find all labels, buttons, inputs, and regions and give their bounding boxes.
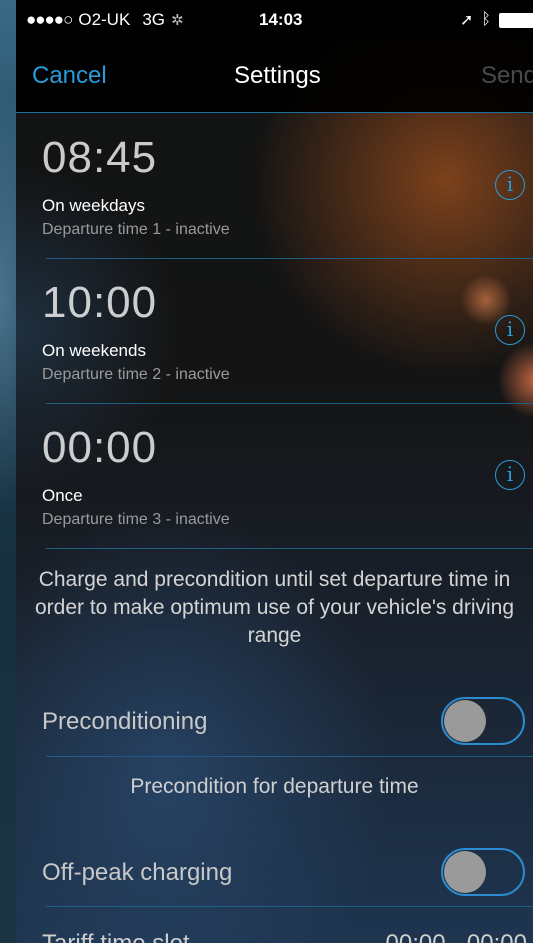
toggle-knob xyxy=(444,851,486,893)
tariff-time-slot-label: Tariff time slot xyxy=(42,930,190,943)
departure-time-1-status: Departure time 1 - inactive xyxy=(42,221,230,238)
bluetooth-icon: ᛒ xyxy=(481,11,491,28)
info-icon[interactable]: i xyxy=(495,315,525,345)
activity-spinner-icon: ✲ xyxy=(171,12,184,29)
preconditioning-note: Precondition for departure time xyxy=(130,775,419,798)
page-title: Settings xyxy=(234,62,321,89)
tariff-time-slot-row[interactable]: Tariff time slot 00:00 - 00:00 xyxy=(16,930,533,943)
status-right: ➚ ᛒ xyxy=(460,10,533,30)
offpeak-charging-label: Off-peak charging xyxy=(42,859,233,886)
navigation-bar: Cancel Settings Send xyxy=(16,40,533,113)
status-left: ●●●●○ O2-UK 3G ✲ xyxy=(26,10,184,30)
divider xyxy=(46,906,533,907)
departure-time-2-value: 10:00 xyxy=(42,278,158,327)
network-type: 3G xyxy=(142,10,165,29)
preconditioning-label: Preconditioning xyxy=(42,708,208,735)
tariff-time-slot-value: 00:00 - 00:00 xyxy=(386,930,527,943)
carrier-name: O2-UK xyxy=(78,10,131,29)
offpeak-charging-toggle[interactable] xyxy=(441,848,525,896)
departure-time-2-row[interactable]: 10:00 On weekends Departure time 2 - ina… xyxy=(16,258,533,403)
departure-time-3-status: Departure time 3 - inactive xyxy=(42,511,230,528)
departure-time-1-value: 08:45 xyxy=(42,133,158,182)
toggle-knob xyxy=(444,700,486,742)
signal-strength-icon: ●●●●○ xyxy=(26,10,73,29)
phone-screen: ●●●●○ O2-UK 3G ✲ 14:03 ➚ ᛒ Cancel Settin… xyxy=(16,0,533,943)
departure-time-1-row[interactable]: 08:45 On weekdays Departure time 1 - ina… xyxy=(16,113,533,258)
preconditioning-toggle[interactable] xyxy=(441,697,525,745)
preconditioning-row: Preconditioning xyxy=(16,692,533,752)
departure-time-3-value: 00:00 xyxy=(42,423,158,472)
departure-time-2-status: Departure time 2 - inactive xyxy=(42,366,230,383)
cancel-button[interactable]: Cancel xyxy=(32,62,107,90)
departure-time-2-schedule: On weekends xyxy=(42,341,146,360)
departure-time-1-schedule: On weekdays xyxy=(42,196,145,215)
status-time: 14:03 xyxy=(259,10,303,29)
divider xyxy=(46,548,533,549)
departure-time-3-row[interactable]: 00:00 Once Departure time 3 - inactive i xyxy=(16,403,533,548)
location-arrow-icon: ➚ xyxy=(459,12,474,29)
info-icon[interactable]: i xyxy=(495,460,525,490)
send-button[interactable]: Send xyxy=(481,62,533,90)
offpeak-charging-row: Off-peak charging xyxy=(16,843,533,903)
battery-icon xyxy=(499,12,533,28)
divider xyxy=(46,756,533,757)
info-icon[interactable]: i xyxy=(495,170,525,200)
status-bar: ●●●●○ O2-UK 3G ✲ 14:03 ➚ ᛒ xyxy=(16,0,533,40)
departure-time-3-schedule: Once xyxy=(42,486,83,505)
departure-description: Charge and precondition until set depart… xyxy=(34,568,515,647)
